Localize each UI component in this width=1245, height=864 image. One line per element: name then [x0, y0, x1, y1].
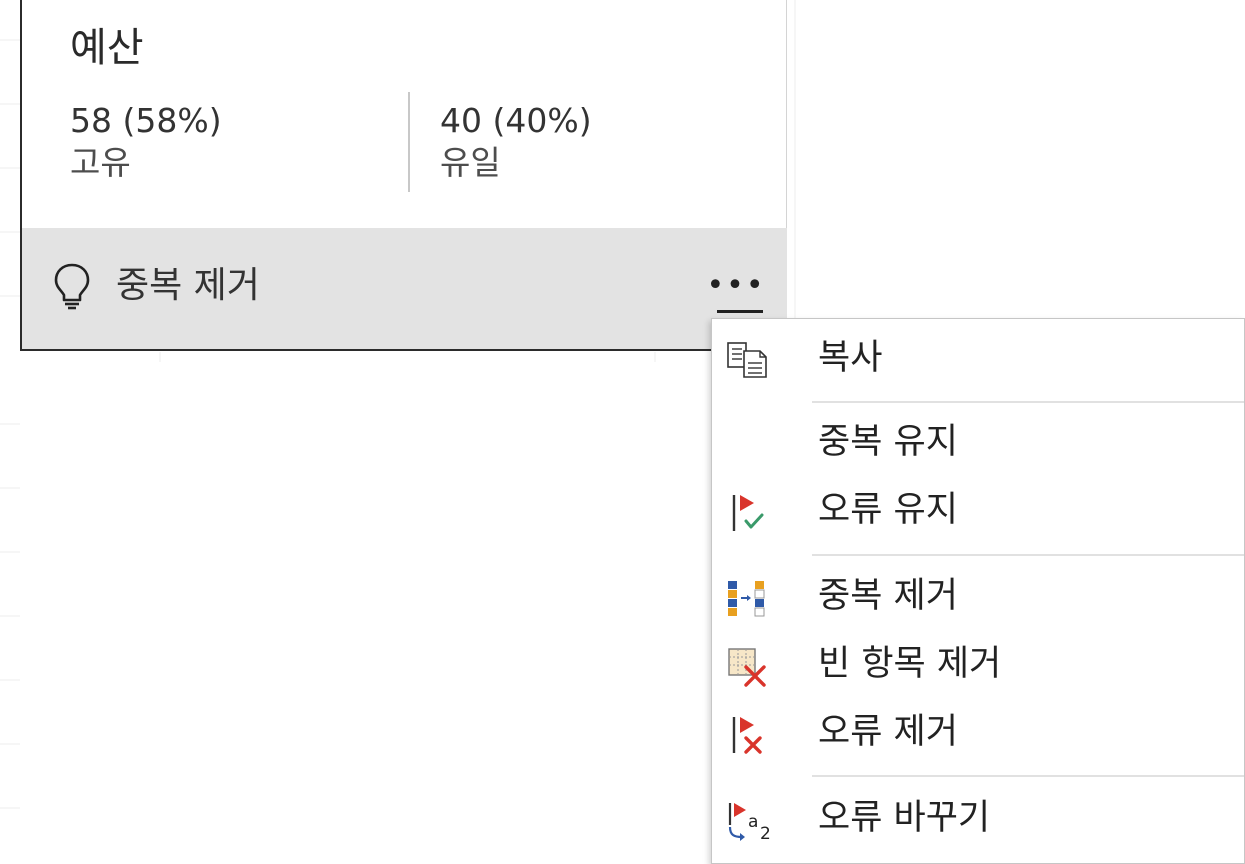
menu-item-label: 빈 항목 제거: [818, 644, 1002, 684]
context-menu: 복사 중복 유지 오류 유지 중복 제거 빈 항목 제거 오류 제거 a 2 오…: [711, 318, 1245, 864]
copy-icon: [727, 342, 767, 378]
keep-errors-icon: [732, 495, 764, 531]
more-button-focus-underline: [717, 310, 763, 313]
menu-item-label: 오류 제거: [818, 712, 958, 752]
menu-item-keep-duplicates[interactable]: 중복 유지: [712, 411, 1244, 475]
unique-label: 고유: [70, 143, 131, 182]
menu-item-label: 오류 바꾸기: [818, 798, 991, 838]
replace-errors-icon: a 2: [728, 803, 771, 841]
menu-separator: [812, 775, 1244, 777]
menu-item-label: 중복 제거: [818, 576, 958, 616]
remove-duplicates-action[interactable]: 중복 제거: [116, 264, 260, 308]
unique-count: 58 (58%): [70, 101, 222, 140]
menu-item-remove-duplicates[interactable]: 중복 제거: [712, 565, 1244, 629]
menu-separator: [812, 554, 1244, 556]
stat-divider: [408, 92, 410, 192]
svg-text:2: 2: [760, 824, 771, 841]
menu-item-remove-errors[interactable]: 오류 제거: [712, 701, 1244, 765]
menu-separator: [812, 401, 1244, 403]
menu-item-label: 복사: [818, 338, 883, 378]
lightbulb-icon: [54, 263, 90, 310]
more-options-button[interactable]: •••: [706, 266, 766, 306]
menu-item-keep-errors[interactable]: 오류 유지: [712, 479, 1244, 543]
column-title: 예산: [70, 25, 144, 71]
single-label: 유일: [440, 143, 501, 182]
remove-empty-icon: [728, 648, 766, 687]
menu-item-copy[interactable]: 복사: [712, 327, 1244, 391]
menu-item-replace-errors[interactable]: a 2 오류 바꾸기: [712, 787, 1244, 851]
menu-item-label: 오류 유지: [818, 490, 958, 530]
remove-errors-icon: [732, 717, 762, 754]
single-count: 40 (40%): [440, 101, 592, 140]
menu-item-label: 중복 유지: [818, 422, 958, 462]
column-profile-card: 예산 58 (58%) 고유 40 (40%) 유일 중복 제거 •••: [20, 0, 787, 351]
unique-stat: 58 (58%) 고유: [70, 100, 222, 184]
single-stat: 40 (40%) 유일: [440, 100, 592, 184]
svg-text:a: a: [748, 812, 758, 832]
remove-duplicates-icon: [728, 581, 765, 617]
card-footer: 중복 제거 •••: [22, 228, 787, 349]
menu-item-remove-empty[interactable]: 빈 항목 제거: [712, 633, 1244, 697]
